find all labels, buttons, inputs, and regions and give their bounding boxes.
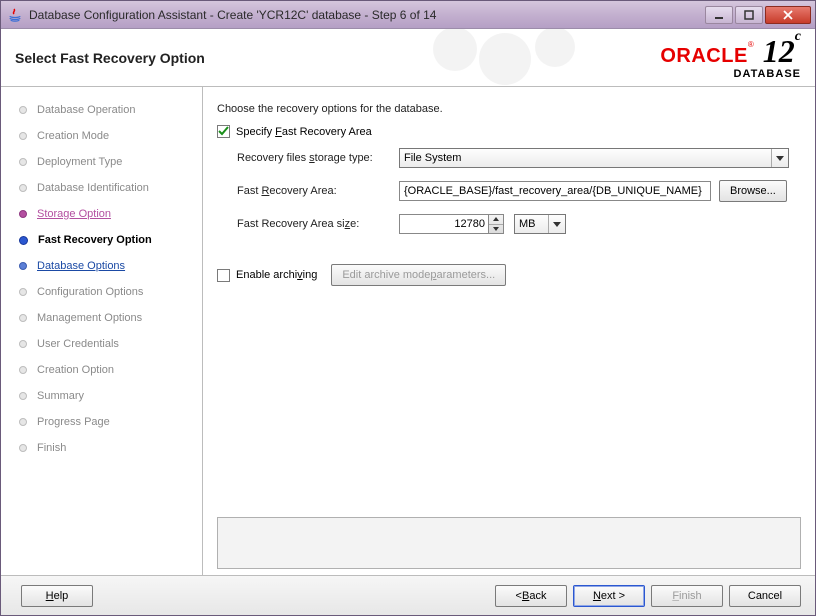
fra-path-row: Fast Recovery Area: {ORACLE_BASE}/fast_r…	[237, 180, 801, 202]
fra-size-value: 12780	[454, 218, 485, 230]
step-bullet-icon	[19, 236, 28, 245]
step-bullet-icon	[19, 158, 27, 166]
fra-size-unit-select[interactable]: MB	[514, 214, 566, 234]
fra-form: Recovery files storage type: File System…	[237, 148, 801, 246]
fra-size-spinner[interactable]	[489, 214, 504, 234]
fra-path-input[interactable]: {ORACLE_BASE}/fast_recovery_area/{DB_UNI…	[399, 181, 711, 201]
window-controls	[705, 6, 811, 24]
wizard-steps-sidebar: Database Operation Creation Mode Deploymen…	[1, 87, 203, 575]
chevron-down-icon	[548, 215, 561, 233]
step-creation-option: Creation Option	[19, 357, 202, 383]
footer-bar: Help < Back Next > Finish Cancel	[1, 575, 815, 615]
body: Database Operation Creation Mode Deploymen…	[1, 87, 815, 575]
minimize-button[interactable]	[705, 6, 733, 24]
step-bullet-icon	[19, 392, 27, 400]
step-bullet-icon	[19, 366, 27, 374]
step-fast-recovery-option: Fast Recovery Option	[19, 227, 202, 253]
step-label: Creation Option	[37, 364, 114, 376]
storage-type-value: File System	[404, 152, 461, 164]
storage-type-row: Recovery files storage type: File System	[237, 148, 801, 168]
step-user-credentials: User Credentials	[19, 331, 202, 357]
step-bullet-icon	[19, 340, 27, 348]
step-label: Configuration Options	[37, 286, 143, 298]
brand-version: 12	[763, 33, 795, 69]
step-label: User Credentials	[37, 338, 119, 350]
instruction-text: Choose the recovery options for the data…	[217, 103, 801, 115]
next-button[interactable]: Next >	[573, 585, 645, 607]
step-bullet-icon	[19, 132, 27, 140]
step-label: Database Identification	[37, 182, 149, 194]
step-summary: Summary	[19, 383, 202, 409]
step-bullet-icon	[19, 106, 27, 114]
page-title: Select Fast Recovery Option	[15, 50, 205, 66]
cancel-button[interactable]: Cancel	[729, 585, 801, 607]
step-deployment-type: Deployment Type	[19, 149, 202, 175]
step-database-identification: Database Identification	[19, 175, 202, 201]
step-progress-page: Progress Page	[19, 409, 202, 435]
step-configuration-options: Configuration Options	[19, 279, 202, 305]
specify-fra-label: Specify Fast Recovery Area	[236, 126, 372, 138]
storage-type-select[interactable]: File System	[399, 148, 789, 168]
spin-down-icon[interactable]	[489, 225, 503, 234]
finish-button: Finish	[651, 585, 723, 607]
brand-oracle: ORACLE	[660, 45, 747, 67]
header-banner: Select Fast Recovery Option ORACLE® 12c …	[1, 29, 815, 87]
step-label: Deployment Type	[37, 156, 122, 168]
fra-size-input[interactable]: 12780	[399, 214, 489, 234]
step-label: Summary	[37, 390, 84, 402]
brand-database: DATABASE	[660, 69, 801, 80]
step-bullet-icon	[19, 262, 27, 270]
gears-decoration	[415, 29, 615, 87]
window-title: Database Configuration Assistant - Creat…	[29, 8, 705, 22]
browse-button[interactable]: Browse...	[719, 180, 787, 202]
step-label: Database Options	[37, 260, 125, 272]
step-bullet-icon	[19, 444, 27, 452]
maximize-button[interactable]	[735, 6, 763, 24]
step-bullet-icon	[19, 210, 27, 218]
fra-path-value: {ORACLE_BASE}/fast_recovery_area/{DB_UNI…	[404, 185, 702, 197]
enable-archiving-row: Enable archiving Edit archive mode param…	[217, 264, 801, 286]
step-database-options[interactable]: Database Options	[19, 253, 202, 279]
enable-archiving-checkbox[interactable]	[217, 269, 230, 282]
enable-archiving-label: Enable archiving	[236, 269, 317, 281]
step-bullet-icon	[19, 184, 27, 192]
step-label: Storage Option	[37, 208, 111, 220]
brand-suffix: c	[795, 29, 801, 44]
step-label: Finish	[37, 442, 66, 454]
chevron-down-icon	[771, 149, 784, 167]
step-creation-mode: Creation Mode	[19, 123, 202, 149]
step-bullet-icon	[19, 418, 27, 426]
step-label: Database Operation	[37, 104, 135, 116]
step-database-operation: Database Operation	[19, 97, 202, 123]
java-icon	[7, 7, 23, 23]
step-label: Progress Page	[37, 416, 110, 428]
back-button[interactable]: < Back	[495, 585, 567, 607]
step-storage-option[interactable]: Storage Option	[19, 201, 202, 227]
step-bullet-icon	[19, 288, 27, 296]
message-area	[217, 517, 801, 569]
step-finish: Finish	[19, 435, 202, 461]
specify-fra-row: Specify Fast Recovery Area	[217, 125, 801, 138]
content-area: Choose the recovery options for the data…	[203, 87, 815, 575]
step-label: Creation Mode	[37, 130, 109, 142]
step-management-options: Management Options	[19, 305, 202, 331]
storage-type-label: Recovery files storage type:	[237, 152, 399, 164]
fra-size-label: Fast Recovery Area size:	[237, 218, 399, 230]
fra-label: Fast Recovery Area:	[237, 185, 399, 197]
close-button[interactable]	[765, 6, 811, 24]
oracle-logo: ORACLE® 12c DATABASE	[660, 35, 801, 80]
help-button[interactable]: Help	[21, 585, 93, 607]
spin-up-icon[interactable]	[489, 215, 503, 225]
step-label: Management Options	[37, 312, 142, 324]
fra-size-row: Fast Recovery Area size: 12780 MB	[237, 214, 801, 234]
app-window: Database Configuration Assistant - Creat…	[0, 0, 816, 616]
edit-archive-button: Edit archive mode parameters...	[331, 264, 506, 286]
specify-fra-checkbox[interactable]	[217, 125, 230, 138]
step-bullet-icon	[19, 314, 27, 322]
step-label: Fast Recovery Option	[38, 234, 152, 246]
fra-size-unit: MB	[519, 218, 536, 230]
titlebar: Database Configuration Assistant - Creat…	[1, 1, 815, 29]
